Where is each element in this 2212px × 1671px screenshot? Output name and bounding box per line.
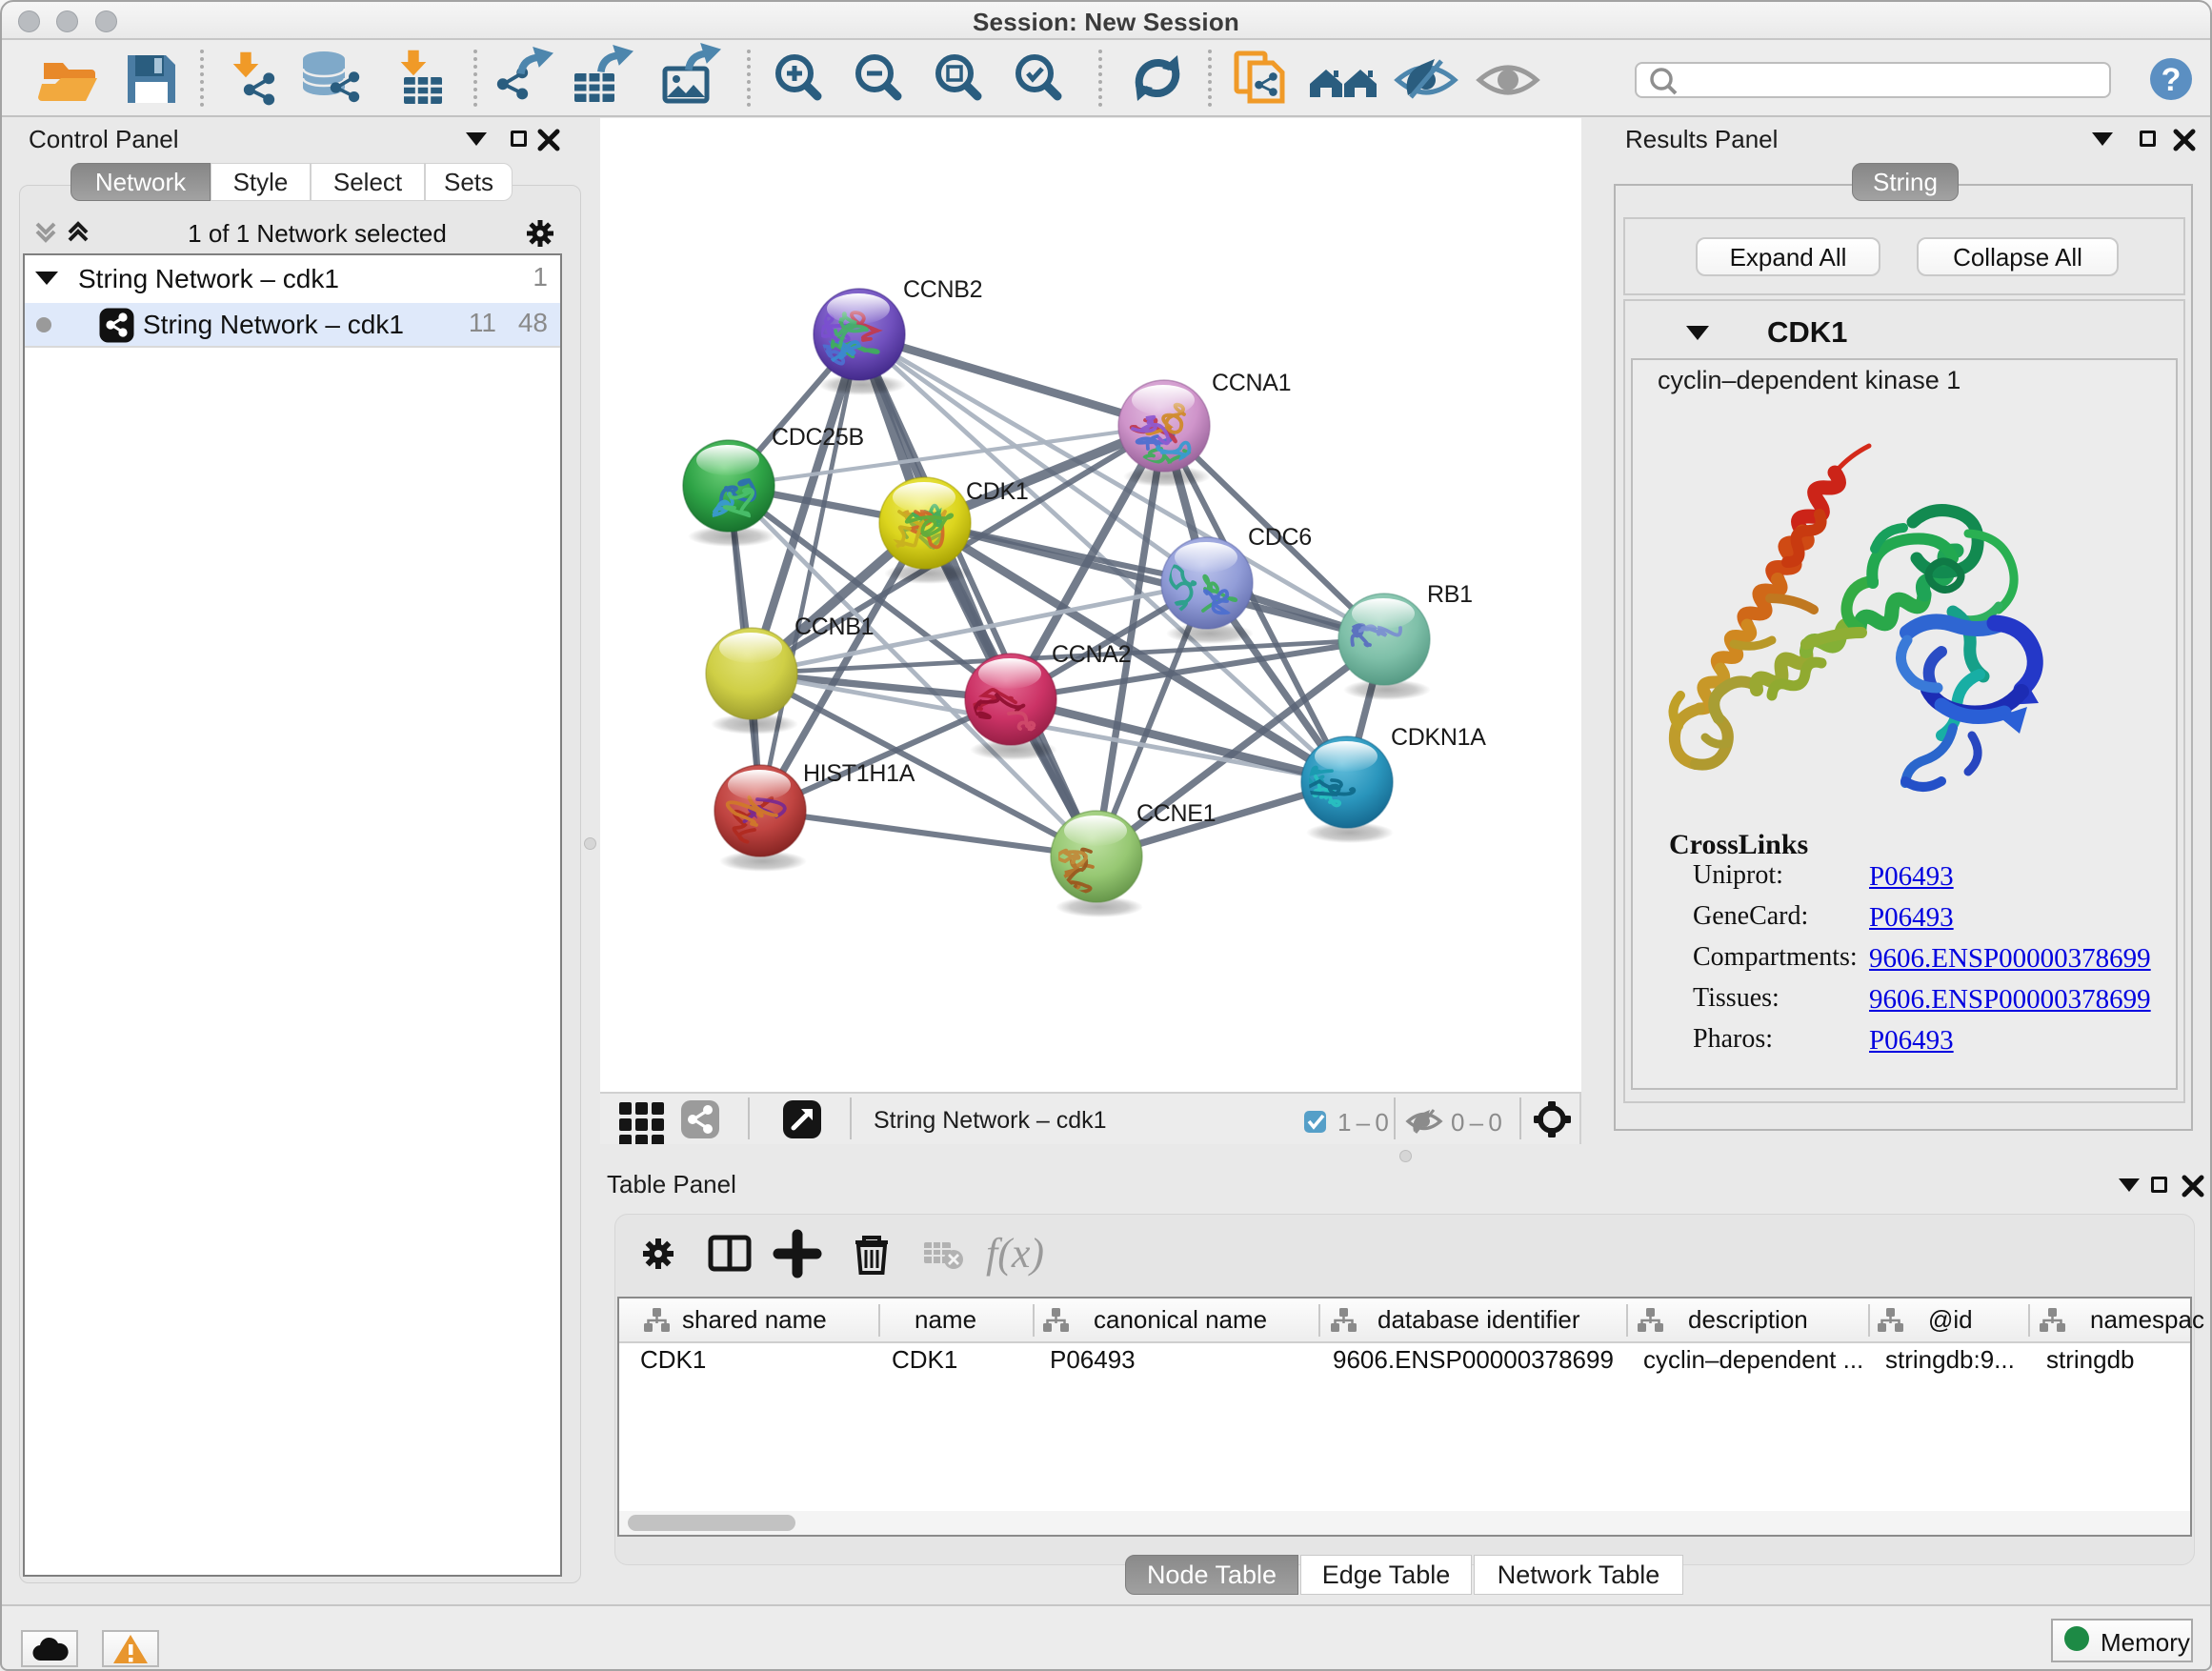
svg-text:?: ? xyxy=(2162,62,2182,98)
svg-text:CDK1: CDK1 xyxy=(966,478,1029,505)
svg-text:CCNB1: CCNB1 xyxy=(794,614,874,640)
svg-text:CDKN1A: CDKN1A xyxy=(1391,724,1486,751)
svg-text:CDC25B: CDC25B xyxy=(772,424,864,451)
svg-text:CCNB2: CCNB2 xyxy=(903,276,982,303)
svg-text:CDC6: CDC6 xyxy=(1248,524,1312,551)
svg-text:RB1: RB1 xyxy=(1427,581,1473,608)
svg-text:HIST1H1A: HIST1H1A xyxy=(803,760,915,787)
svg-text:f(x): f(x) xyxy=(986,1230,1044,1277)
svg-text:CCNE1: CCNE1 xyxy=(1136,800,1216,827)
svg-text:CCNA1: CCNA1 xyxy=(1212,370,1291,396)
svg-text:CCNA2: CCNA2 xyxy=(1052,641,1131,668)
